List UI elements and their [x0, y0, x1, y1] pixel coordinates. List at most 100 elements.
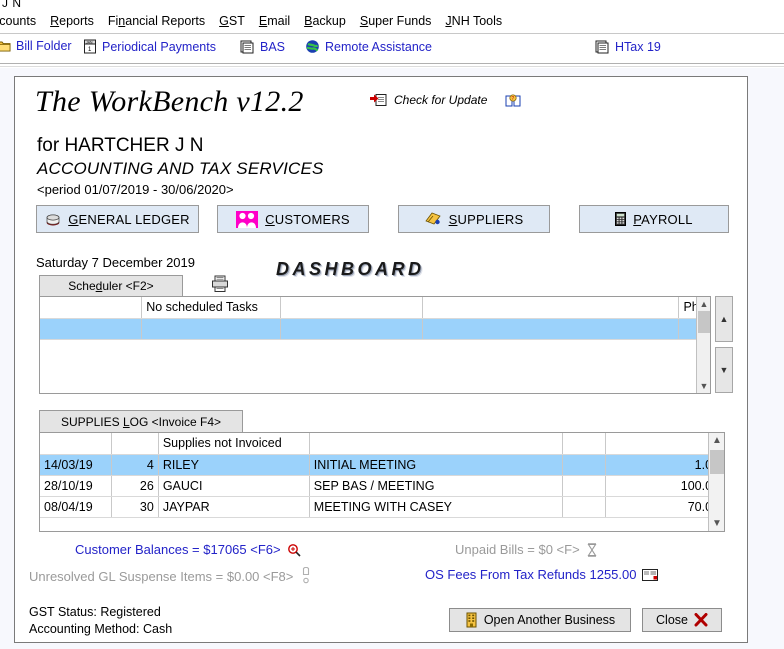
- close-button-label: Close: [656, 613, 688, 627]
- unpaid-bills-label: Unpaid Bills = $0 <F>: [455, 542, 580, 557]
- cell-name: GAUCI: [158, 475, 309, 496]
- globe-icon: [305, 39, 320, 54]
- table-row[interactable]: 08/04/19 30 JAYPAR MEETING WITH CASEY 70…: [40, 496, 724, 517]
- magnifier-icon[interactable]: [287, 543, 301, 557]
- menu-item-gst[interactable]: GST: [212, 14, 252, 28]
- menu-item-backup[interactable]: Backup: [297, 14, 353, 28]
- toolbar-button-bill-folder[interactable]: Bill Folder: [0, 39, 72, 53]
- customers-button[interactable]: CUSTOMERS: [217, 205, 369, 233]
- cell-code: 26: [111, 475, 158, 496]
- supplies-table: Supplies not Invoiced 14/03/19 4 RILEY I…: [40, 433, 724, 518]
- scheduler-scrollbar[interactable]: ▲ ▼: [696, 297, 710, 393]
- scrollbar-thumb[interactable]: [698, 311, 710, 333]
- cell-amount: 70.00: [605, 496, 723, 517]
- chevron-down-icon[interactable]: ▼: [709, 516, 725, 531]
- business-service-line: ACCOUNTING AND TAX SERVICES: [37, 159, 324, 179]
- chevron-up-icon[interactable]: ▲: [709, 433, 725, 448]
- toolbar-button-remote-assistance[interactable]: Remote Assistance: [305, 39, 432, 54]
- os-fees-link[interactable]: OS Fees From Tax Refunds 1255.00: [425, 567, 658, 582]
- triangle-down-icon[interactable]: ▼: [715, 347, 733, 393]
- table-row[interactable]: 14/03/19 4 RILEY INITIAL MEETING 1.00: [40, 454, 724, 475]
- hourglass-icon: [586, 543, 598, 557]
- cell: [280, 339, 422, 360]
- toolbar-label-bas: BAS: [260, 40, 285, 54]
- menu-item-email[interactable]: Email: [252, 14, 297, 28]
- no-scheduled-tasks-label: No scheduled Tasks: [142, 297, 280, 318]
- gl-suspense-link[interactable]: Unresolved GL Suspense Items = $0.00 <F8…: [29, 567, 313, 585]
- customer-balances-link[interactable]: Customer Balances = $17065 <F6>: [75, 542, 301, 557]
- menu-bar: ccounts Reports Financial Reports GST Em…: [0, 11, 784, 31]
- chevron-down-icon[interactable]: ▼: [697, 379, 711, 393]
- toolbar-button-bas[interactable]: BAS: [240, 39, 285, 54]
- help-book-icon[interactable]: ?: [505, 93, 521, 107]
- lightbulb-icon: [299, 567, 313, 585]
- cell: [309, 433, 562, 454]
- cell: [562, 433, 605, 454]
- open-another-business-button[interactable]: Open Another Business: [449, 608, 631, 632]
- cell: [111, 433, 158, 454]
- toolbar-button-periodical-payments[interactable]: JAN 1 Periodical Payments: [83, 39, 216, 54]
- menu-item-reports[interactable]: Reports: [43, 14, 101, 28]
- cell-name: JAYPAR: [158, 496, 309, 517]
- card-icon[interactable]: [642, 569, 658, 581]
- scrollbar-thumb[interactable]: [710, 450, 724, 474]
- toolbar-label-remote-assistance: Remote Assistance: [325, 40, 432, 54]
- svg-text:?: ?: [512, 96, 515, 102]
- truck-icon: [425, 212, 442, 226]
- table-row[interactable]: [40, 318, 710, 339]
- suppliers-button[interactable]: SUPPLIERS: [398, 205, 550, 233]
- check-for-update-link[interactable]: Check for Update ?: [370, 93, 521, 107]
- toolbar-divider: [0, 63, 784, 64]
- cell-date: 08/04/19: [40, 496, 111, 517]
- cell-desc: INITIAL MEETING: [309, 454, 562, 475]
- titlebar-fragment: J N: [2, 0, 22, 10]
- printer-icon: [211, 275, 229, 293]
- main-window-panel: The WorkBench v12.2 Check for Update ?: [14, 76, 748, 643]
- cell: [40, 339, 142, 360]
- print-button[interactable]: [211, 275, 229, 293]
- suppliers-label: SUPPLIERS: [449, 212, 524, 227]
- toolbar-label-htax-19: HTax 19: [615, 40, 661, 54]
- cell-extra: [562, 454, 605, 475]
- scheduler-grid[interactable]: No scheduled Tasks Ph: [39, 296, 711, 394]
- table-header-row: Supplies not Invoiced: [40, 433, 724, 454]
- cell: [40, 318, 142, 339]
- red-x-icon: [694, 613, 708, 627]
- cell-extra: [562, 475, 605, 496]
- cell-date: 28/10/19: [40, 475, 111, 496]
- menu-item-jnh-tools[interactable]: JNH Tools: [438, 14, 509, 28]
- calculator-icon: [615, 212, 626, 226]
- toolbar-label-periodical-payments: Periodical Payments: [102, 40, 216, 54]
- table-row-empty: [40, 339, 710, 360]
- calendar-icon: JAN 1: [83, 39, 97, 54]
- supplies-scrollbar[interactable]: ▲ ▼: [708, 433, 724, 531]
- cell-amount: 1.00: [605, 454, 723, 475]
- os-fees-label: OS Fees From Tax Refunds 1255.00: [425, 567, 636, 582]
- menu-divider: [0, 33, 784, 34]
- triangle-up-icon[interactable]: ▲: [715, 296, 733, 342]
- panel-scrollbar[interactable]: ▲ ▼: [715, 296, 733, 394]
- chevron-up-icon[interactable]: ▲: [697, 297, 711, 311]
- general-ledger-button[interactable]: GENERAL LEDGER: [36, 205, 199, 233]
- cell-extra: [562, 496, 605, 517]
- menu-item-super-funds[interactable]: Super Funds: [353, 14, 439, 28]
- table-row[interactable]: 28/10/19 26 GAUCI SEP BAS / MEETING 100.…: [40, 475, 724, 496]
- cell: [423, 297, 679, 318]
- toolbar-button-htax-19[interactable]: HTax 19: [595, 39, 661, 54]
- supplies-log-grid[interactable]: Supplies not Invoiced 14/03/19 4 RILEY I…: [39, 432, 725, 532]
- period-line: <period 01/07/2019 - 30/06/2020>: [37, 182, 234, 197]
- menu-item-financial-reports[interactable]: Financial Reports: [101, 14, 212, 28]
- toolbar-label-bill-folder: Bill Folder: [16, 39, 72, 53]
- tab-scheduler[interactable]: Scheduler <F2>: [39, 275, 183, 296]
- unpaid-bills-link[interactable]: Unpaid Bills = $0 <F>: [455, 542, 598, 557]
- gst-status: GST Status: Registered: [29, 605, 161, 619]
- close-button[interactable]: Close: [642, 608, 722, 632]
- tab-supplies-log[interactable]: SUPPLIES LOG <Invoice F4>: [39, 410, 243, 432]
- app-brand-title: The WorkBench v12.2: [35, 85, 304, 119]
- payroll-button[interactable]: PAYROLL: [579, 205, 729, 233]
- menu-item-accounts[interactable]: ccounts: [0, 14, 43, 28]
- table-row[interactable]: No scheduled Tasks Ph: [40, 297, 710, 318]
- cell: [280, 318, 422, 339]
- cell: [40, 433, 111, 454]
- documents-icon: [240, 39, 255, 54]
